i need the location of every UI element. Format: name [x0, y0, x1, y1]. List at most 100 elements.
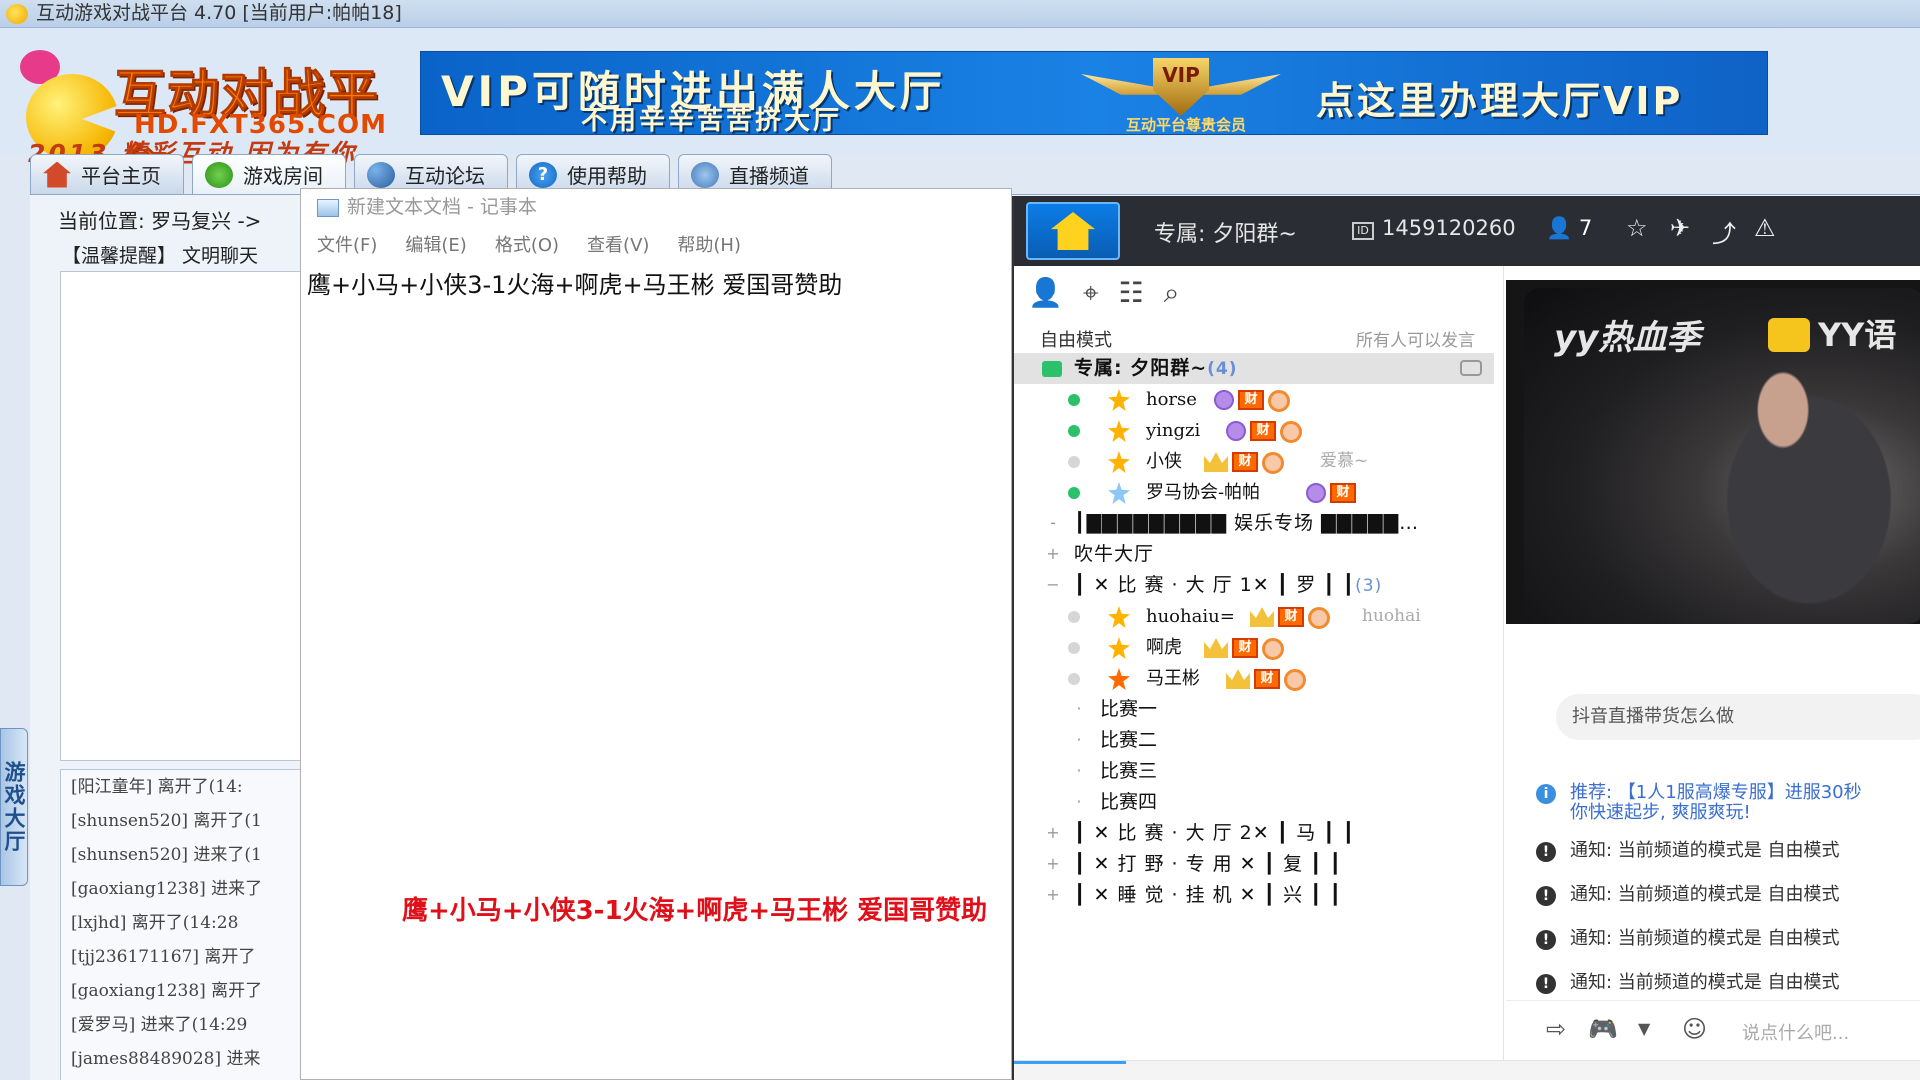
home-icon [43, 161, 71, 188]
star-badge-icon [1108, 668, 1130, 690]
vip-banner[interactable]: VIP可随时进出满人大厅 不用辛辛苦苦挤大厅 VIP 互动平台尊贵会员 点这里办… [420, 51, 1768, 135]
room-log[interactable]: [阳江童年] 离开了(14: [shunsen520] 离开了(1 [shuns… [60, 769, 320, 1080]
collapse-icon[interactable]: - [1046, 515, 1060, 531]
yy-online-count: 👤 7 [1546, 216, 1593, 240]
tab-label: 游戏房间 [243, 164, 323, 188]
send-plane-icon[interactable]: ✈ [1670, 214, 1690, 242]
game-lobby-side-tab[interactable]: 游戏大厅 [0, 728, 28, 886]
expand-icon[interactable]: + [1046, 825, 1060, 841]
chat-input[interactable]: 说点什么吧... [1742, 1019, 1849, 1045]
star-badge-icon [1108, 389, 1130, 411]
channel-row[interactable]: + ┃ ✕ 比 赛 · 大 厅 2✕ ┃ 马 ┃ ┃ [1014, 818, 1494, 849]
broadcast-icon [691, 161, 719, 188]
user-icon[interactable]: 👤 [1028, 276, 1063, 310]
notepad-title: 新建文本文档 - 记事本 [347, 196, 537, 218]
subchannel-row[interactable]: · 比赛三 [1014, 756, 1494, 787]
vip-badge-icon [1226, 421, 1246, 441]
crown-badge-icon [1204, 452, 1228, 472]
channel-row[interactable]: - ┃▇▇▇▇▇▇▇▇▇ 娱乐专场 ▇▇▇▇▇… [1014, 508, 1494, 539]
user-signature: 爱慕~ [1320, 451, 1369, 471]
search-icon[interactable]: ⌕ [1164, 276, 1180, 310]
ring-badge-icon [1268, 390, 1290, 412]
notice-icon: ! [1536, 930, 1556, 950]
chat-notice: ! 通知: 当前频道的模式是 自由模式 [1536, 924, 1840, 950]
share-icon[interactable]: ⤴ [1712, 214, 1736, 249]
yy-header: 专属: 夕阳群~ ID 1459120260 👤 7 ☆ ✈ ⤴ ⚠ [1014, 196, 1920, 266]
room-notice: 【温馨提醒】 文明聊天 [62, 245, 259, 267]
user-row[interactable]: yingzi 财 [1014, 415, 1494, 446]
log-line: [lxjhd] 离开了(14:28 [71, 913, 239, 933]
share-screen-icon[interactable]: ⇨ [1546, 1015, 1566, 1043]
robot-icon[interactable] [1460, 360, 1482, 376]
platform-logo[interactable]: 互动对战平台 HD.FXT365.COM 2013 精彩互动 因为有你 [14, 44, 414, 201]
user-row[interactable]: horse 财 [1014, 384, 1494, 415]
user-row[interactable]: 马王彬 财 [1014, 663, 1494, 694]
channel-row[interactable]: + 吹牛大厅 [1014, 539, 1494, 570]
star-badge-icon [1108, 606, 1130, 628]
menu-view[interactable]: 查看(V) [587, 231, 649, 257]
yy-channel-tree: 👤 ⌖ ☷ ⌕ 自由模式 所有人可以发言 专属: 夕阳群~(4) horse 财 [1014, 266, 1504, 1080]
expand-icon[interactable]: + [1046, 546, 1060, 562]
yy-suggestion-bar[interactable]: 抖音直播带货怎么做 [1556, 694, 1920, 740]
yy-promo-banner[interactable]: yy热血季 YY语 [1506, 280, 1920, 624]
notepad-titlebar: 新建文本文档 - 记事本 [301, 189, 1011, 227]
user-signature: huohai [1362, 606, 1421, 626]
notepad-window: 新建文本文档 - 记事本 文件(F) 编辑(E) 格式(O) 查看(V) 帮助(… [300, 188, 1012, 1080]
info-icon: i [1536, 784, 1556, 804]
yy-channel-name: 专属: 夕阳群~ [1154, 222, 1297, 247]
subchannel-row[interactable]: · 比赛二 [1014, 725, 1494, 756]
log-line: [爱罗马] 进来了(14:29 [71, 1015, 248, 1035]
menu-format[interactable]: 格式(O) [495, 231, 559, 257]
subchannel-row[interactable]: · 比赛四 [1014, 787, 1494, 818]
notice-icon: ! [1536, 974, 1556, 994]
tab-label: 使用帮助 [567, 164, 647, 188]
offline-dot-icon [1068, 456, 1080, 468]
menu-edit[interactable]: 编辑(E) [405, 231, 466, 257]
notice-icon: ! [1536, 886, 1556, 906]
app-icon [6, 4, 28, 24]
breadcrumb: 当前位置: 罗马复兴 -> [58, 209, 262, 233]
window-titlebar: 互动游戏对战平台 4.70 [当前用户:帕帕18] [0, 0, 1920, 28]
promo-character-image [1666, 320, 1920, 620]
user-row[interactable]: huohaiu= 财 huohai [1014, 601, 1494, 632]
tab-home[interactable]: 平台主页 [30, 154, 184, 194]
channel-root[interactable]: 专属: 夕阳群~(4) [1014, 353, 1494, 384]
log-line: [阳江童年] 离开了(14: [71, 777, 243, 797]
chevron-down-icon[interactable]: ▼ [1638, 1019, 1650, 1038]
wealth-badge-icon: 财 [1250, 421, 1276, 441]
log-line: [shunsen520] 离开了(1 [71, 811, 262, 831]
tree-toolbar: 👤 ⌖ ☷ ⌕ [1028, 276, 1179, 310]
gamepad-icon[interactable]: 🎮 [1588, 1015, 1618, 1043]
chat-input-bar: ⇨ 🎮 ▼ ☺ 说点什么吧... [1506, 1000, 1920, 1060]
expand-icon[interactable]: + [1046, 856, 1060, 872]
user-row[interactable]: 罗马协会-帕帕 财 [1014, 477, 1494, 508]
subchannel-row[interactable]: · 比赛一 [1014, 694, 1494, 725]
channel-row[interactable]: − ┃ ✕ 比 赛 · 大 厅 1✕ ┃ 罗 ┃ ┃(3) [1014, 570, 1494, 601]
board-icon[interactable]: ☷ [1119, 276, 1144, 310]
expand-icon[interactable]: + [1046, 887, 1060, 903]
location-icon[interactable]: ⌖ [1083, 276, 1099, 310]
active-tab-indicator [1014, 1061, 1126, 1064]
channel-row[interactable]: + ┃ ✕ 打 野 · 专 用 ✕ ┃ 复 ┃ ┃ [1014, 849, 1494, 880]
favorite-star-icon[interactable]: ☆ [1626, 214, 1648, 242]
collapse-icon[interactable]: − [1046, 577, 1060, 593]
star-badge-icon [1108, 451, 1130, 473]
menu-file[interactable]: 文件(F) [317, 231, 377, 257]
help-icon: ? [529, 161, 557, 188]
notepad-editor[interactable]: 鹰+小马+小侠3-1火海+啊虎+马王彬 爱国哥赞助 [301, 261, 1011, 304]
star-badge-icon [1108, 420, 1130, 442]
online-dot-icon [1068, 394, 1080, 406]
yy-home-button[interactable] [1026, 202, 1120, 260]
ring-badge-icon [1262, 638, 1284, 660]
channel-row[interactable]: + ┃ ✕ 睡 觉 · 挂 机 ✕ ┃ 兴 ┃ ┃ [1014, 880, 1494, 911]
emoji-icon[interactable]: ☺ [1682, 1015, 1707, 1043]
forum-icon [367, 161, 395, 188]
tab-label: 直播频道 [729, 164, 809, 188]
menu-help[interactable]: 帮助(H) [677, 231, 741, 257]
window-title: 互动游戏对战平台 4.70 [当前用户:帕帕18] [36, 2, 402, 24]
user-row[interactable]: 小侠 财 爱慕~ [1014, 446, 1494, 477]
alert-shield-icon[interactable]: ⚠ [1754, 214, 1776, 242]
room-panel[interactable] [60, 271, 320, 761]
user-row[interactable]: 啊虎 财 [1014, 632, 1494, 663]
wealth-badge-icon: 财 [1232, 638, 1258, 658]
